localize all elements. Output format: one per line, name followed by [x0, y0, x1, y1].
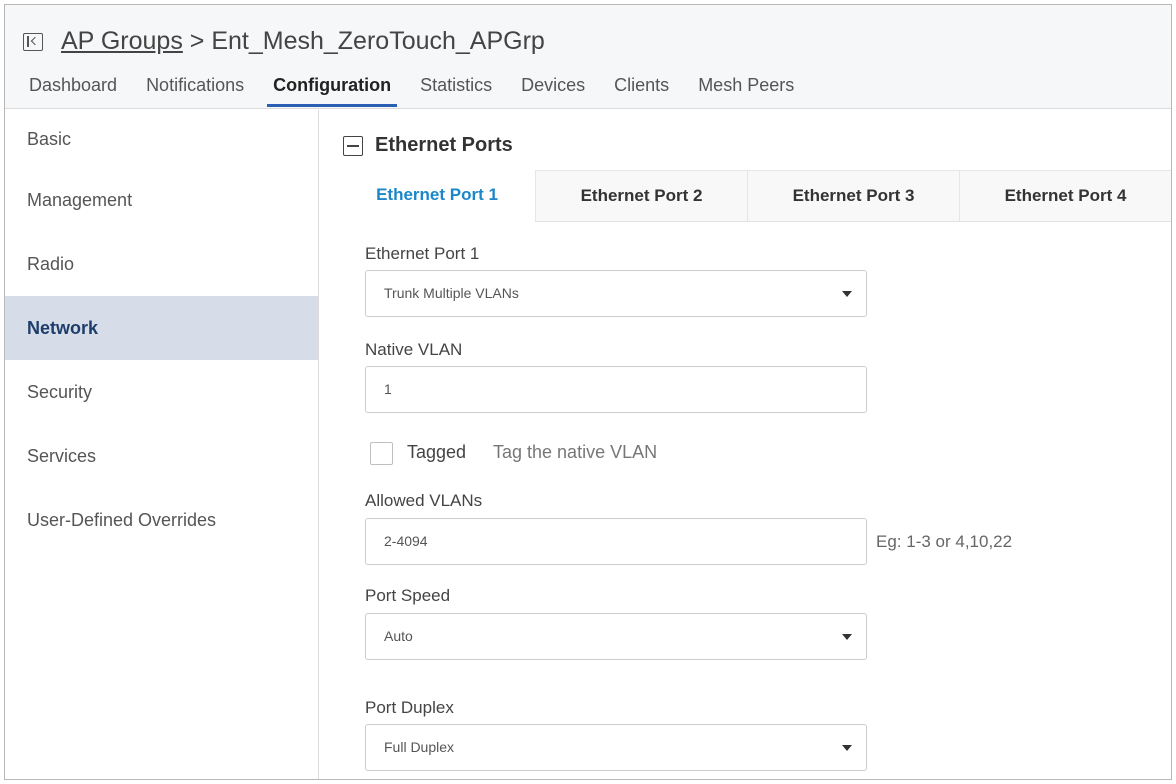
- tab-ethernet-port-3[interactable]: Ethernet Port 3: [747, 170, 959, 221]
- tab-ethernet-port-1[interactable]: Ethernet Port 1: [339, 170, 535, 222]
- collapse-section-icon[interactable]: [343, 135, 363, 156]
- sidebar-item-user-defined-overrides[interactable]: User-Defined Overrides: [5, 488, 318, 552]
- breadcrumb-link-ap-groups[interactable]: AP Groups: [61, 27, 183, 55]
- native-vlan-value: 1: [384, 381, 392, 397]
- section-header[interactable]: Ethernet Ports: [343, 134, 513, 157]
- port-duplex-label: Port Duplex: [365, 698, 454, 717]
- tab-statistics[interactable]: Statistics: [420, 75, 492, 104]
- tagged-label: Tagged: [407, 442, 467, 462]
- tab-mesh-peers[interactable]: Mesh Peers: [698, 75, 794, 104]
- tab-configuration[interactable]: Configuration: [267, 75, 398, 107]
- port-speed-select[interactable]: Auto: [365, 613, 867, 660]
- port-mode-select[interactable]: Trunk Multiple VLANs: [365, 270, 867, 317]
- tab-devices[interactable]: Devices: [521, 75, 585, 104]
- chevron-down-icon: [842, 634, 852, 640]
- main-tabs: Dashboard Notifications Configuration St…: [29, 75, 823, 109]
- sidebar: Basic Management Radio Network Security …: [5, 110, 319, 779]
- section-title: Ethernet Ports: [375, 134, 513, 156]
- allowed-vlans-input[interactable]: 2-4094: [365, 518, 867, 565]
- main-content: Ethernet Ports Ethernet Port 1 Ethernet …: [319, 110, 1171, 779]
- native-vlan-input[interactable]: 1: [365, 366, 867, 413]
- sidebar-item-security[interactable]: Security: [5, 360, 318, 424]
- port-speed-value: Auto: [384, 628, 413, 644]
- sidebar-item-radio[interactable]: Radio: [5, 232, 318, 296]
- app-frame: AP Groups > Ent_Mesh_ZeroTouch_APGrp Das…: [4, 4, 1172, 780]
- tab-ethernet-port-4[interactable]: Ethernet Port 4: [959, 170, 1171, 221]
- breadcrumb-current: > Ent_Mesh_ZeroTouch_APGrp: [182, 27, 545, 55]
- sidebar-item-basic[interactable]: Basic: [5, 110, 318, 168]
- tab-notifications[interactable]: Notifications: [146, 75, 244, 104]
- tab-clients[interactable]: Clients: [614, 75, 669, 104]
- sidebar-item-network[interactable]: Network: [5, 296, 318, 360]
- native-vlan-label: Native VLAN: [365, 340, 463, 359]
- sidebar-item-services[interactable]: Services: [5, 424, 318, 488]
- tab-ethernet-port-2[interactable]: Ethernet Port 2: [535, 170, 747, 221]
- tab-dashboard[interactable]: Dashboard: [29, 75, 117, 104]
- sidebar-item-management[interactable]: Management: [5, 168, 318, 232]
- page-header: AP Groups > Ent_Mesh_ZeroTouch_APGrp Das…: [5, 5, 1171, 109]
- port-mode-value: Trunk Multiple VLANs: [384, 285, 519, 301]
- allowed-vlans-hint: Eg: 1-3 or 4,10,22: [876, 532, 1013, 551]
- port-duplex-select[interactable]: Full Duplex: [365, 724, 867, 771]
- breadcrumb: AP Groups > Ent_Mesh_ZeroTouch_APGrp: [61, 27, 545, 56]
- tagged-description: Tag the native VLAN: [493, 442, 658, 462]
- tagged-checkbox[interactable]: [370, 442, 393, 465]
- allowed-vlans-label: Allowed VLANs: [365, 491, 483, 510]
- chevron-down-icon: [842, 291, 852, 297]
- allowed-vlans-value: 2-4094: [384, 533, 428, 549]
- port-speed-label: Port Speed: [365, 586, 451, 605]
- chevron-down-icon: [842, 745, 852, 751]
- port-tabs: Ethernet Port 1 Ethernet Port 2 Ethernet…: [339, 170, 1171, 222]
- port-mode-label: Ethernet Port 1: [365, 244, 480, 263]
- collapse-sidebar-icon[interactable]: [23, 33, 43, 51]
- port-duplex-value: Full Duplex: [384, 739, 455, 755]
